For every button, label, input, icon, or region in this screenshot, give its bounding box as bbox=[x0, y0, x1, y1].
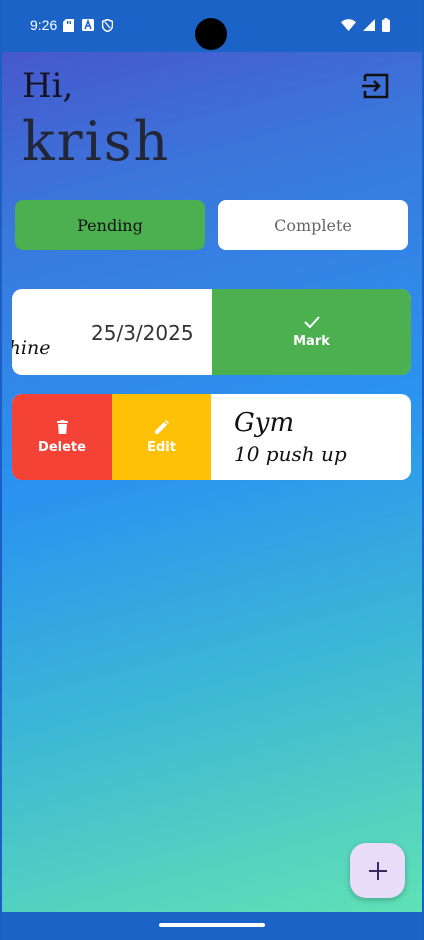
status-icons-right bbox=[341, 18, 390, 32]
greeting: Hi, bbox=[22, 66, 74, 106]
signal-icon bbox=[363, 19, 375, 31]
tab-complete-label: Complete bbox=[274, 215, 352, 235]
add-task-button[interactable] bbox=[350, 843, 405, 898]
logout-button[interactable] bbox=[360, 70, 392, 102]
task-card[interactable]: chine 25/3/2025 Mark bbox=[12, 289, 411, 375]
tab-pending[interactable]: Pending bbox=[15, 200, 205, 250]
tab-complete[interactable]: Complete bbox=[218, 200, 408, 250]
camera-cutout bbox=[195, 18, 227, 50]
logout-icon bbox=[362, 73, 389, 99]
battery-icon bbox=[382, 18, 390, 32]
font-icon bbox=[82, 19, 94, 31]
mark-label: Mark bbox=[293, 333, 330, 349]
tab-pending-label: Pending bbox=[77, 215, 143, 235]
task-date: 25/3/2025 bbox=[91, 321, 194, 345]
edit-label: Edit bbox=[147, 439, 176, 455]
shield-icon bbox=[102, 19, 113, 32]
username: krish bbox=[22, 110, 171, 173]
trash-icon bbox=[56, 419, 68, 434]
sd-card-icon bbox=[63, 19, 74, 32]
wifi-icon bbox=[341, 19, 356, 31]
task-card[interactable]: Delete Edit Gym 10 push up bbox=[12, 394, 411, 480]
check-icon bbox=[303, 315, 320, 328]
delete-button[interactable]: Delete bbox=[12, 394, 112, 480]
task-title: Gym bbox=[234, 408, 295, 438]
task-description: 10 push up bbox=[234, 442, 347, 466]
plus-icon bbox=[368, 861, 387, 880]
app-screen: 9:26 Hi, krish Pending Complete chine 25… bbox=[2, 0, 422, 940]
status-time: 9:26 bbox=[30, 17, 58, 33]
pencil-icon bbox=[154, 419, 169, 434]
delete-label: Delete bbox=[38, 439, 86, 455]
status-icons-left bbox=[63, 19, 113, 32]
home-gesture-pill[interactable] bbox=[159, 923, 265, 927]
task-title: chine bbox=[12, 337, 51, 359]
navigation-bar bbox=[2, 912, 422, 940]
edit-button[interactable]: Edit bbox=[112, 394, 211, 480]
status-bar: 9:26 bbox=[2, 0, 422, 52]
mark-button[interactable]: Mark bbox=[212, 289, 411, 375]
